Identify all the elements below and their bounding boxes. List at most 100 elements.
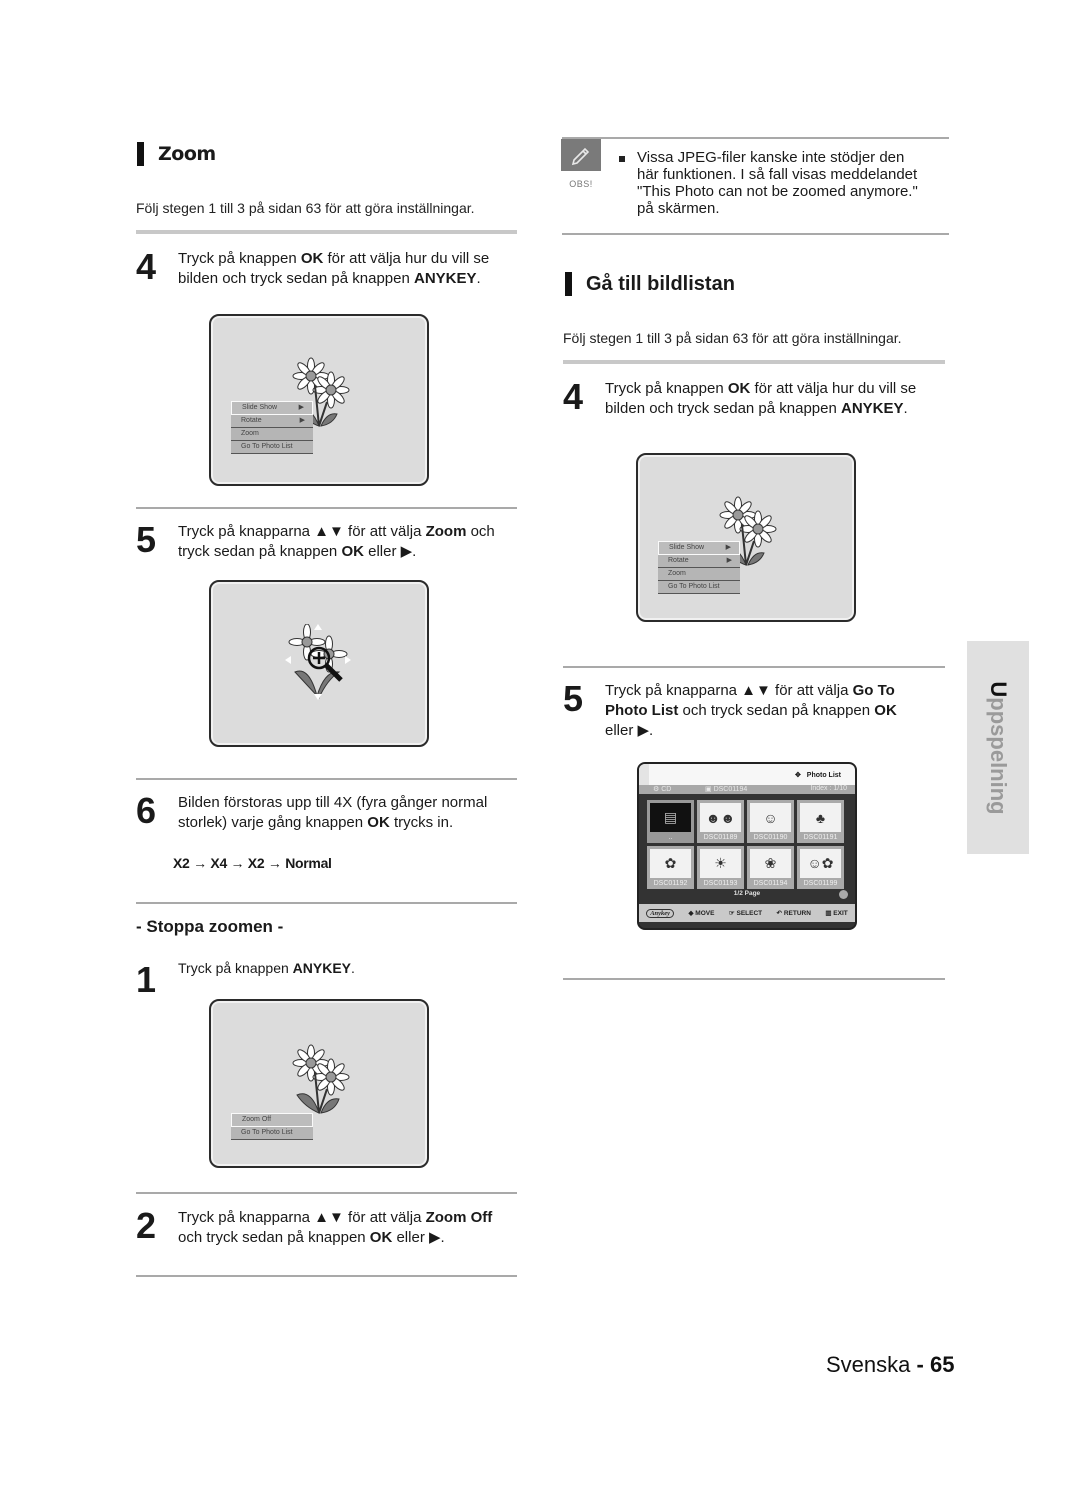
pencil-icon (561, 139, 601, 171)
photo-thumbnail[interactable]: ♣ DSC01191 (797, 800, 844, 843)
bullet-icon (619, 156, 625, 162)
step-number: 5 (136, 519, 156, 560)
divider (136, 230, 517, 234)
menu-item-zoom[interactable]: Zoom (231, 428, 313, 441)
current-file: ▣ DSC01194 (705, 786, 748, 793)
step-number: 4 (563, 376, 583, 417)
divider (136, 778, 517, 780)
goto-section-title: Gå till bildlistan (565, 272, 735, 296)
stop-zoom-title: - Stoppa zoomen - (136, 917, 284, 936)
flower-dark-thumbnail-image: ✿ (650, 849, 691, 878)
step-text: Tryck på knappen OK för att välja hur du… (178, 250, 490, 287)
people-thumbnail-image: ☻☻ (700, 803, 741, 832)
step-text: Tryck på knapparna ▲▼ för att välja Zoom… (178, 1209, 493, 1246)
tv-screen-zoom-off-menu: Zoom Off Go To Photo List (209, 999, 429, 1168)
photo-thumbnail[interactable]: ☀ DSC01193 (697, 846, 744, 889)
thumbnail-caption: DSC01192 (653, 880, 688, 887)
girl-thumbnail-image: ☺ (750, 803, 791, 832)
menu-item-slide-show[interactable]: Slide Show ▶ (658, 541, 740, 555)
exit-icon: ▥ (825, 910, 832, 917)
zoomed-flower-image (285, 624, 351, 700)
flower-image (292, 1044, 350, 1114)
photo-thumbnail[interactable]: ▤.. (647, 800, 694, 843)
title-bar-marker (137, 142, 144, 166)
zoom-step-6: 6 Bilden förstoras upp till 4X (fyra gån… (136, 793, 487, 833)
step-number: 5 (563, 678, 583, 719)
divider (563, 666, 945, 668)
next-page-icon[interactable] (839, 890, 848, 899)
photo-menu: Slide Show ▶ Rotate ▶ Zoom Go To Photo Lis… (658, 541, 740, 594)
menu-item-zoom-off[interactable]: Zoom Off (231, 1113, 313, 1127)
menu-item-slide-show[interactable]: Slide Show ▶ (231, 401, 313, 415)
divider (136, 1275, 517, 1277)
select-hint: ☞ SELECT (728, 910, 763, 917)
step-number: 6 (136, 790, 156, 831)
divider (136, 1192, 517, 1194)
menu-item-zoom[interactable]: Zoom (658, 568, 740, 581)
page-number: 65 (929, 1352, 955, 1377)
stop-step-1: 1 Tryck på knappen ANYKEY. (136, 958, 355, 998)
photo-menu: Slide Show ▶ Rotate ▶ Zoom Go To Photo Lis… (231, 401, 313, 454)
return-icon: ↶ (776, 910, 782, 917)
zoom-section-title: Zoom (137, 142, 216, 166)
step-text: Bilden förstoras upp till 4X (fyra gånge… (178, 794, 488, 831)
zoom-step-5: 5 Tryck på knapparna ▲▼ för att välja Zo… (136, 522, 495, 562)
photo-list-header: ✥ Photo List (639, 764, 855, 785)
select-icon: ☞ (728, 910, 735, 917)
exit-hint: ▥ EXIT (825, 910, 848, 917)
zoom-sequence: X2 → X4 → X2 → Normal (173, 855, 332, 871)
goto-step-4: 4 Tryck på knappen OK för att välja hur … (563, 379, 916, 419)
goto-intro: Följ stegen 1 till 3 på sidan 63 för att… (563, 330, 902, 346)
thumbnail-caption: DSC01191 (803, 834, 838, 841)
step-number: 1 (136, 959, 156, 1000)
tree-thumbnail-image: ♣ (800, 803, 841, 832)
divider (136, 902, 517, 904)
menu-item-go-to-photo-list[interactable]: Go To Photo List (231, 1127, 313, 1140)
photo-thumbnail[interactable]: ☻☻ DSC01189 (697, 800, 744, 843)
page-footer: Svenska - 65 (826, 1352, 955, 1377)
chapter-tab: Uppspelning (967, 641, 1029, 854)
return-hint: ↶ RETURN (776, 910, 811, 917)
photo-list-screen: ✥ Photo List ⚙ CD ▣ DSC01194 Index : 1/1… (637, 762, 857, 930)
move-icon: ◆ (688, 910, 694, 917)
step-number: 4 (136, 246, 156, 287)
page-indicator: 1/2 Page (733, 890, 761, 897)
photo-thumbnail[interactable]: ✿ DSC01192 (647, 846, 694, 889)
step-number: 2 (136, 1205, 156, 1246)
tv-screen-menu-right: Slide Show ▶ Rotate ▶ Zoom Go To Photo Lis… (636, 453, 856, 622)
title-bar-marker (565, 272, 572, 296)
thumbnail-caption: DSC01190 (753, 834, 788, 841)
folder-thumbnail-image: ▤ (650, 803, 691, 832)
divider (562, 137, 949, 139)
index-counter: Index : 1/10 (810, 785, 847, 792)
stop-step-2: 2 Tryck på knapparna ▲▼ för att välja Zo… (136, 1208, 492, 1248)
thumbnail-caption: .. (668, 834, 673, 841)
photo-thumbnail[interactable]: ☺ DSC01190 (747, 800, 794, 843)
anykey-button[interactable]: Anykey (646, 908, 675, 918)
menu-item-rotate[interactable]: Rotate ▶ (658, 555, 740, 568)
thumbnail-caption: DSC01189 (703, 834, 738, 841)
menu-item-go-to-photo-list[interactable]: Go To Photo List (658, 581, 740, 594)
divider (563, 978, 945, 980)
menu-item-rotate[interactable]: Rotate ▶ (231, 415, 313, 428)
girl-flowers-thumbnail-image: ☺✿ (800, 849, 841, 878)
photo-thumbnail[interactable]: ❀ DSC01194 (747, 846, 794, 889)
flower-small-thumbnail-image: ❀ (750, 849, 791, 878)
menu-item-go-to-photo-list[interactable]: Go To Photo List (231, 441, 313, 454)
photo-thumbnail[interactable]: ☺✿ DSC01199 (797, 846, 844, 889)
cd-source: ⚙ CD (653, 786, 672, 793)
divider (136, 507, 517, 509)
move-hint: ◆ MOVE (688, 910, 715, 917)
tv-screen-zoom (209, 580, 429, 747)
thumbnail-caption: DSC01193 (703, 880, 738, 887)
divider (563, 360, 945, 364)
step-text: Tryck på knappen ANYKEY. (178, 960, 355, 976)
tv-screen-menu: Slide Show ▶ Rotate ▶ Zoom Go To Photo Lis… (209, 314, 429, 486)
step-text: Tryck på knapparna ▲▼ för att välja Zoom… (178, 523, 495, 560)
note-content: Vissa JPEG-filer kanske inte stödjer den… (619, 149, 918, 217)
photo-list-footer: Anykey ◆ MOVE ☞ SELECT ↶ RETURN ▥ EXIT (639, 904, 855, 922)
goto-step-5: 5 Tryck på knapparna ▲▼ för att välja Go… (563, 681, 897, 741)
divider (562, 233, 949, 235)
note-badge: OBS! (561, 139, 601, 189)
sun-thumbnail-image: ☀ (700, 849, 741, 878)
